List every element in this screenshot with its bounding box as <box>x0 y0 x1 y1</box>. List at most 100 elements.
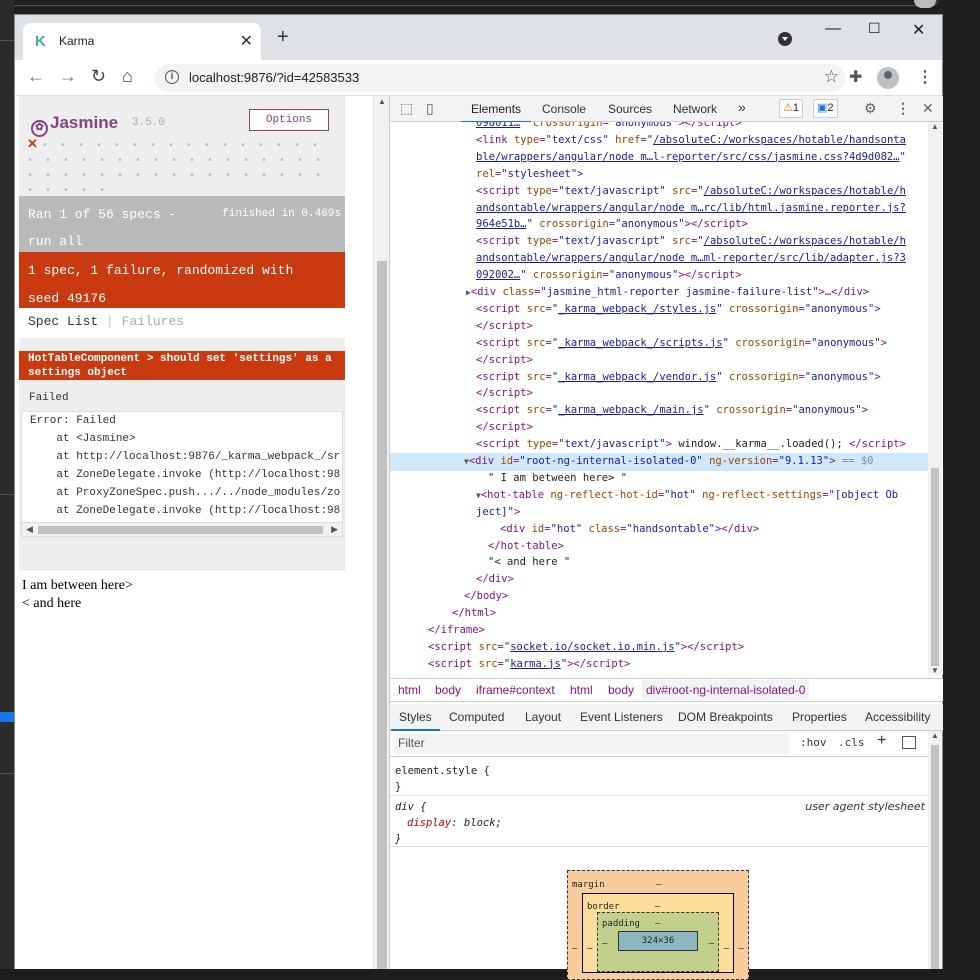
window-close-icon[interactable]: ✕ <box>912 20 925 40</box>
scroll-left-icon[interactable]: ◀ <box>26 524 33 535</box>
scroll-up-icon[interactable]: ▲ <box>931 122 939 131</box>
page-scroll-thumb[interactable] <box>377 261 387 969</box>
options-button[interactable]: Options <box>249 109 329 131</box>
page-scrollbar[interactable]: ▲ <box>373 96 389 969</box>
messages-badge[interactable]: ▣2 <box>813 99 838 118</box>
new-tab-icon[interactable]: + <box>277 26 289 49</box>
subtab-event-listeners[interactable]: Event Listeners <box>580 710 663 724</box>
reload-icon[interactable]: ↻ <box>91 66 106 87</box>
scroll-up-icon[interactable]: ▲ <box>931 731 939 740</box>
dom-node[interactable]: 964e51b…" crossorigin="anonymous"></scri… <box>476 216 748 233</box>
crumb-html-inner[interactable]: html <box>570 683 593 697</box>
class-toggle[interactable]: .cls <box>838 736 865 749</box>
tab-network[interactable]: Network <box>673 102 717 116</box>
dom-node[interactable]: </html> <box>452 605 496 622</box>
url-text[interactable]: localhost:9876/?id=42583533 <box>189 70 359 85</box>
dom-node[interactable]: andsontable/wrappers/angular/node m…rc/l… <box>476 200 906 217</box>
settings-gear-icon[interactable]: ⚙ <box>864 100 877 117</box>
dom-node[interactable]: <script src="_karma_webpack_/styles.js" … <box>476 301 881 318</box>
dom-node[interactable]: <script type="text/javascript" src="/abs… <box>476 183 906 200</box>
run-all-link[interactable]: run all <box>28 228 336 255</box>
tab-sources[interactable]: Sources <box>608 102 652 116</box>
dom-node[interactable]: <script src="_karma_webpack_/scripts.js"… <box>476 335 887 352</box>
dom-node[interactable]: andsontable/wrappers/angular/node m…ml-r… <box>476 250 906 267</box>
crumb-body[interactable]: body <box>435 683 461 697</box>
element-style-rule[interactable]: element.style { } <box>390 763 929 796</box>
dom-node-selected[interactable]: ▼<div id="root-ng-internal-isolated-0" n… <box>390 453 929 471</box>
forward-icon[interactable]: → <box>59 66 77 87</box>
failed-spec-title[interactable]: HotTableComponent > should set 'settings… <box>19 351 345 380</box>
dom-node[interactable]: </body> <box>464 588 508 605</box>
styles-scrollbar[interactable]: ▲ <box>928 731 942 969</box>
dom-node[interactable]: ▶<div class="jasmine_html-reporter jasmi… <box>466 284 869 302</box>
dom-node[interactable]: <script src="_karma_webpack_/main.js" cr… <box>476 402 868 419</box>
dom-node[interactable]: " I am between here> " <box>488 470 627 487</box>
device-toolbar-icon[interactable]: ▯ <box>426 100 434 117</box>
subtab-styles[interactable]: Styles <box>391 710 440 731</box>
stack-scrollbar[interactable]: ◀ ▶ <box>22 522 342 536</box>
home-icon[interactable]: ⌂ <box>122 66 133 87</box>
styles-scroll-thumb[interactable] <box>931 745 939 969</box>
div-user-agent-rule[interactable]: div { user agent stylesheet display: blo… <box>390 799 929 847</box>
extensions-icon[interactable]: ✚ <box>849 67 862 87</box>
dom-scrollbar[interactable]: ▲ ▼ <box>928 122 942 675</box>
scroll-down-icon[interactable]: ▼ <box>931 666 939 675</box>
subtab-dom-breakpoints[interactable]: DOM Breakpoints <box>678 710 773 724</box>
dom-node[interactable]: </div> <box>476 571 514 588</box>
dom-node[interactable]: <script type="text/javascript" src="/abs… <box>476 233 906 250</box>
dom-node[interactable]: </hot-table> <box>488 538 564 555</box>
dom-node[interactable]: ject]"> <box>476 504 520 521</box>
new-rule-icon[interactable]: + <box>877 732 886 750</box>
scroll-right-icon[interactable]: ▶ <box>331 524 338 535</box>
dom-node[interactable]: <script src="_karma_webpack_/vendor.js" … <box>476 369 881 386</box>
dom-node[interactable]: </script> <box>476 318 533 335</box>
browser-menu-icon[interactable]: ⋮ <box>917 67 933 87</box>
subtab-accessibility[interactable]: Accessibility <box>865 710 930 724</box>
devtools-menu-icon[interactable]: ⋮ <box>896 100 910 117</box>
failed-spec-mark[interactable]: ✕ <box>27 137 38 152</box>
close-devtools-icon[interactable]: ✕ <box>922 100 934 117</box>
box-model-diagram[interactable]: margin – – – border – – – padding – – – … <box>567 870 749 980</box>
dom-node[interactable]: <link type="text/css" href="/absoluteC:/… <box>476 132 906 149</box>
dom-scroll-thumb[interactable] <box>931 468 939 666</box>
dom-node[interactable]: </iframe> <box>428 622 485 639</box>
subtab-layout[interactable]: Layout <box>525 710 561 724</box>
profile-avatar[interactable] <box>877 67 899 89</box>
subtab-computed[interactable]: Computed <box>449 710 504 724</box>
dom-node[interactable]: 092002…" crossorigin="anonymous"></scrip… <box>476 267 742 284</box>
minimize-icon[interactable]: — <box>825 20 841 38</box>
dom-node[interactable]: </script> <box>476 352 533 369</box>
scroll-thumb[interactable] <box>38 526 323 534</box>
bookmark-star-icon[interactable]: ☆ <box>824 67 839 87</box>
tab-elements[interactable]: Elements <box>460 102 532 123</box>
maximize-icon[interactable]: ☐ <box>868 20 881 37</box>
elements-dom-tree[interactable]: 098011…" crossorigin="anonymous"></scrip… <box>390 122 943 675</box>
tab-console[interactable]: Console <box>542 102 586 116</box>
dom-node[interactable]: ble/wrappers/angular/node m…l-reporter/s… <box>476 149 906 166</box>
toggle-sidebar-icon[interactable] <box>902 736 916 749</box>
tab-karma[interactable]: K Karma ✕ <box>23 23 261 60</box>
close-tab-icon[interactable]: ✕ <box>240 31 253 51</box>
dom-node[interactable]: <div id="hot" class="handsontable"></div… <box>500 521 759 538</box>
dom-node[interactable]: <script src="karma.js"></script> <box>428 656 630 673</box>
crumb-html[interactable]: html <box>398 683 421 697</box>
more-tabs-icon[interactable]: » <box>738 99 746 115</box>
failures-link[interactable]: Failures <box>122 314 184 329</box>
inspect-element-icon[interactable]: ⬚ <box>400 100 413 117</box>
dom-node[interactable]: </script> <box>476 385 533 402</box>
dom-node[interactable]: <script src="socket.io/socket.io.min.js"… <box>428 639 744 656</box>
dom-node[interactable]: rel="stylesheet"> <box>476 166 583 183</box>
styles-filter-input[interactable]: Filter <box>394 734 789 754</box>
spec-list-link[interactable]: Spec List <box>28 314 98 329</box>
site-info-icon[interactable]: i <box>165 70 179 84</box>
dom-node[interactable]: 098011…" crossorigin="anonymous"></scrip… <box>476 122 742 132</box>
warnings-badge[interactable]: ⚠1 <box>779 99 803 118</box>
crumb-body-inner[interactable]: body <box>608 683 634 697</box>
address-bar[interactable]: i localhost:9876/?id=42583533 ☆ <box>155 64 845 92</box>
dom-node[interactable]: <script type="text/javascript"> window._… <box>476 436 906 453</box>
dom-node[interactable]: </script> <box>476 419 533 436</box>
crumb-selected-div[interactable]: div#root-ng-internal-isolated-0 <box>642 680 810 700</box>
crumb-iframe[interactable]: iframe#context <box>476 683 555 697</box>
hover-state-toggle[interactable]: :hov <box>800 736 827 749</box>
dom-node[interactable]: ▼<hot-table ng-reflect-hot-id="hot" ng-r… <box>476 487 898 505</box>
